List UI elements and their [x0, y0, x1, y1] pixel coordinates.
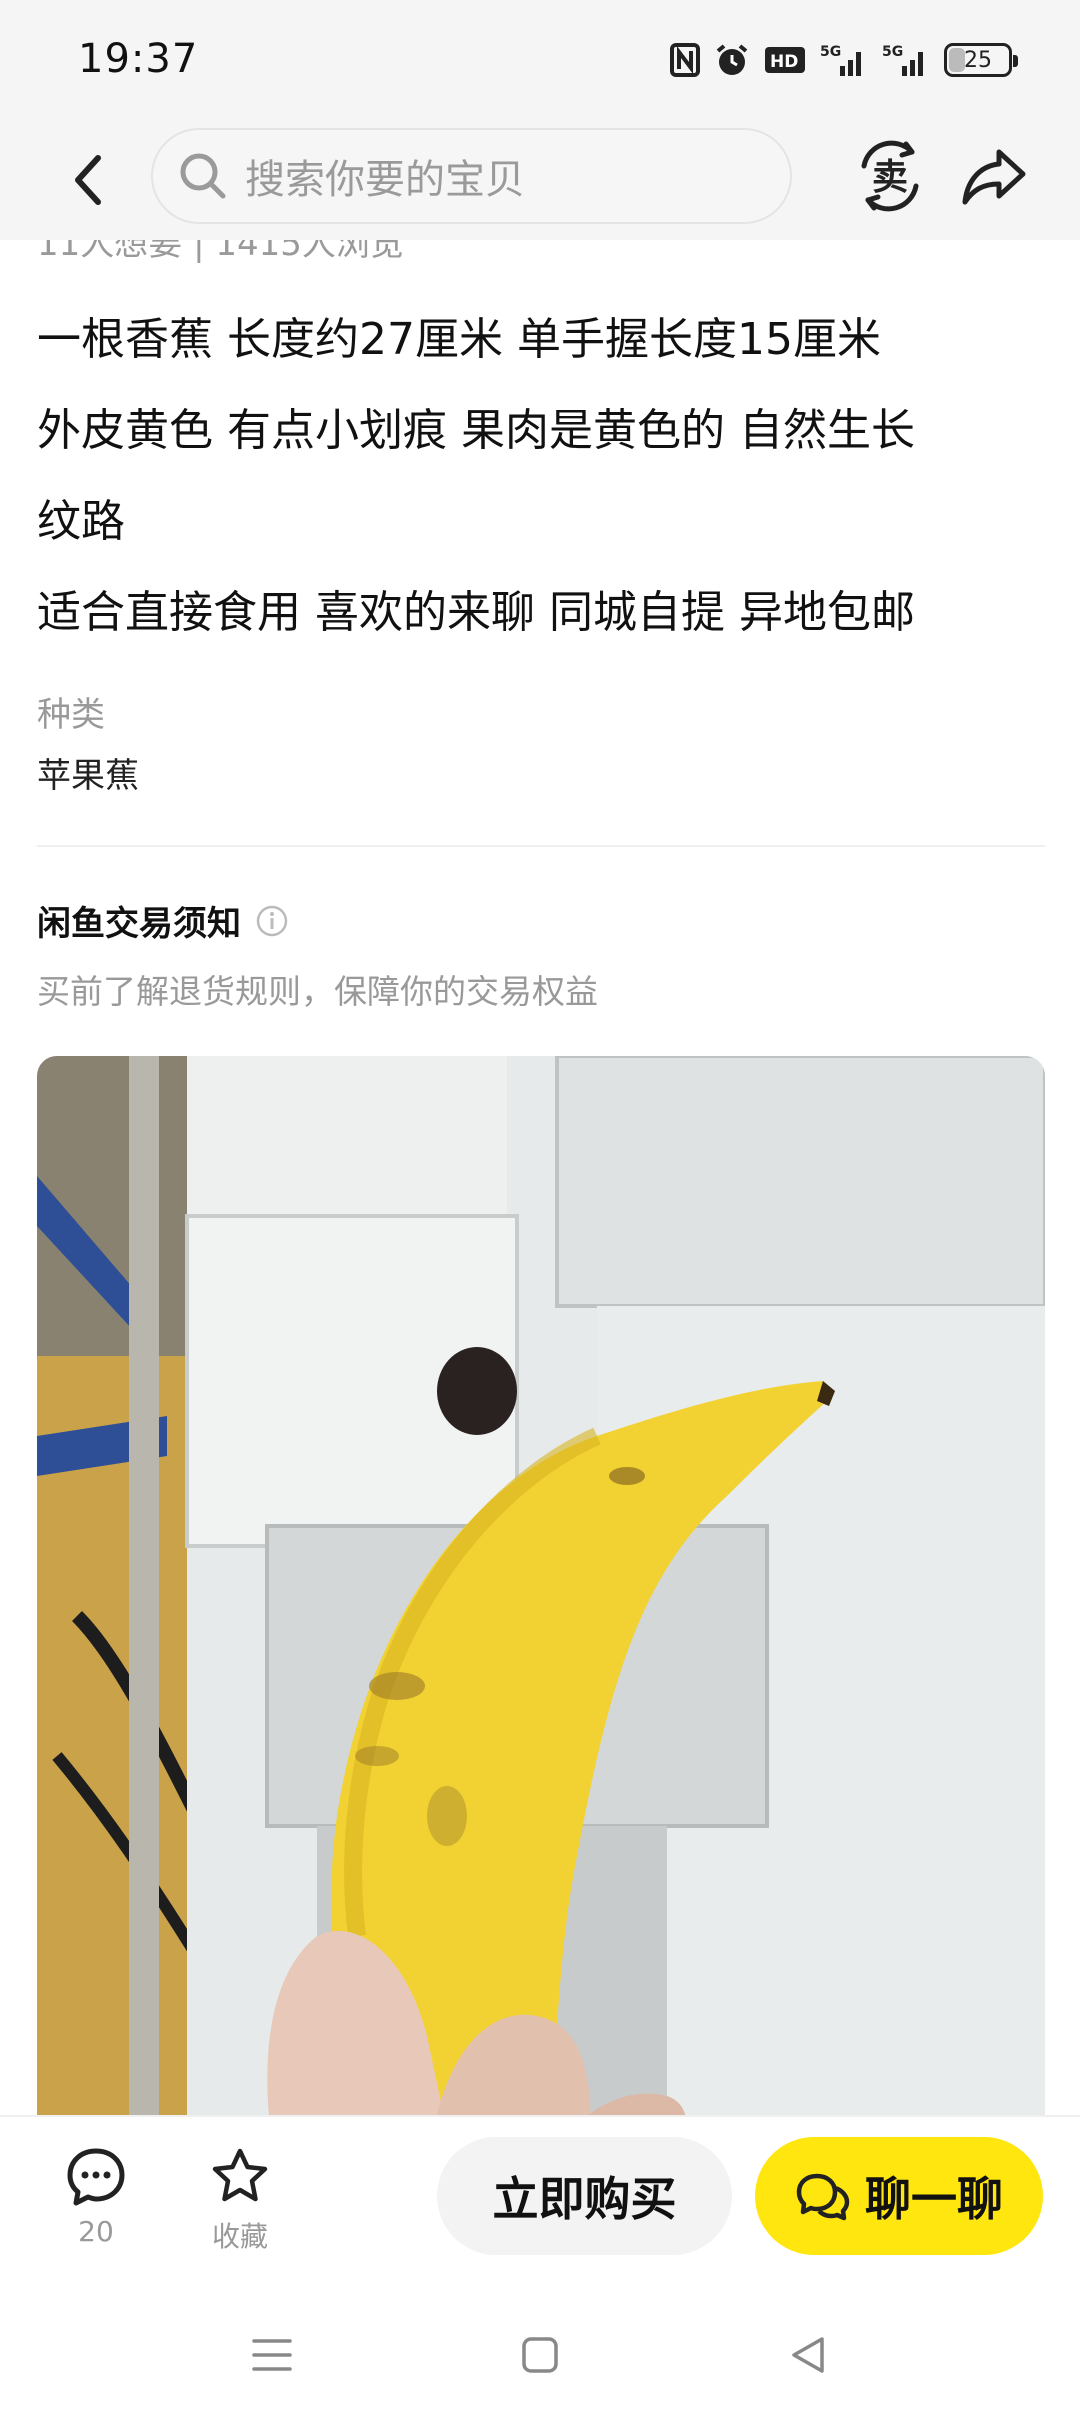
item-detail-content[interactable]: 11人想要 | 1415人浏览 一根香蕉 长度约27厘米 单手握长度15厘米 外…: [0, 240, 1080, 2115]
nav-menu-button[interactable]: [242, 2325, 302, 2385]
back-triangle-icon: [792, 2337, 824, 2373]
item-description: 一根香蕉 长度约27厘米 单手握长度15厘米 外皮黄色 有点小划痕 果肉是黄色的…: [37, 294, 1047, 658]
share-button[interactable]: [950, 132, 1038, 220]
battery-icon: 25: [944, 43, 1018, 77]
hd-icon: HD: [765, 47, 805, 73]
chat-label: 聊一聊: [865, 2172, 1003, 2226]
description-line: 纹路: [37, 496, 125, 547]
favorite-button[interactable]: 收藏: [190, 2147, 290, 2255]
comment-button[interactable]: 20: [46, 2147, 146, 2248]
nav-home-button[interactable]: [510, 2325, 570, 2385]
status-bar: 19:37 HD 5G 5G 25: [0, 0, 1080, 120]
buy-now-button[interactable]: 立即购买: [437, 2137, 732, 2255]
system-nav-bar: [0, 2295, 1080, 2412]
description-line: 外皮黄色 有点小划痕 果肉是黄色的 自然生长: [37, 405, 915, 456]
battery-level: 25: [964, 47, 992, 73]
sell-button[interactable]: 卖: [846, 132, 934, 220]
hd-label: HD: [770, 52, 798, 72]
comment-count: 20: [78, 2215, 114, 2248]
category-value: 苹果蕉: [37, 756, 139, 796]
signal-5g-icon: 5G: [882, 44, 923, 76]
comment-icon: [67, 2148, 125, 2206]
nfc-icon: [670, 43, 700, 77]
home-square-icon: [522, 2337, 558, 2373]
product-photo[interactable]: [37, 1056, 1045, 2115]
screen: 19:37 HD 5G 5G 25 搜索你要的宝贝 卖 11人想要 | 1415…: [0, 0, 1080, 2412]
description-line: 适合直接食用 喜欢的来聊 同城自提 异地包邮: [37, 587, 915, 638]
trade-notice[interactable]: 闲鱼交易须知: [37, 896, 289, 945]
star-icon: [212, 2148, 268, 2202]
search-input[interactable]: 搜索你要的宝贝: [151, 128, 792, 224]
sell-icon: 卖: [861, 140, 919, 212]
trade-notice-subtitle: 买前了解退货规则，保障你的交易权益: [37, 972, 598, 1011]
chat-button[interactable]: 聊一聊: [755, 2137, 1043, 2255]
status-time: 19:37: [78, 36, 199, 82]
info-icon[interactable]: [255, 904, 289, 938]
favorite-label: 收藏: [211, 2220, 268, 2253]
banana-photo: [37, 1056, 1045, 2115]
sell-label: 卖: [872, 157, 908, 198]
menu-icon: [252, 2339, 292, 2371]
nav-back-button[interactable]: [778, 2325, 838, 2385]
search-placeholder: 搜索你要的宝贝: [245, 157, 525, 203]
signal-5g-icon: 5G: [820, 44, 861, 76]
divider: [37, 845, 1045, 847]
category-label: 种类: [37, 695, 105, 735]
signal-5g-label: 5G: [882, 44, 903, 60]
chevron-left-icon: [75, 155, 101, 205]
signal-5g-label: 5G: [820, 44, 841, 60]
bottom-action-bar: 20 收藏 立即购买 聊一聊: [0, 2115, 1080, 2295]
alarm-icon: [716, 44, 748, 75]
back-button[interactable]: [50, 142, 126, 218]
item-stats: 11人想要 | 1415人浏览: [37, 240, 404, 264]
description-line: 一根香蕉 长度约27厘米 单手握长度15厘米: [37, 314, 881, 365]
chat-icon: [796, 2173, 850, 2221]
battery-fill: [949, 48, 965, 72]
share-icon: [962, 149, 1026, 205]
search-icon: [180, 153, 226, 199]
search-header: 搜索你要的宝贝 卖: [0, 120, 1080, 240]
status-icons: HD 5G 5G 25: [670, 40, 1018, 80]
trade-notice-title: 闲鱼交易须知: [37, 904, 241, 944]
